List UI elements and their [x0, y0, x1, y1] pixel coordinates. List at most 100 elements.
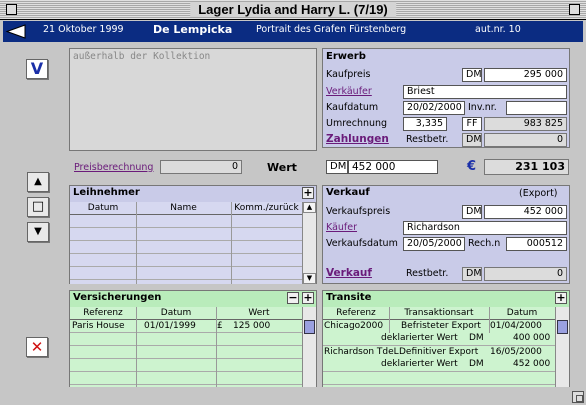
- wert-currency[interactable]: DM: [326, 160, 348, 174]
- transite-scrollbar[interactable]: [555, 307, 569, 387]
- preisberechnung-field: 0: [160, 160, 242, 174]
- leihnehmer-scrollbar[interactable]: ▲ ▼: [302, 202, 316, 284]
- umrechnung-result: 983 825: [484, 117, 567, 131]
- title-bar[interactable]: Lager Lydia and Harry L. (7/19): [0, 0, 586, 20]
- kaufpreis-label: Kaufpreis: [326, 69, 371, 80]
- restbetr-label: Restbetr.: [406, 134, 449, 145]
- versicherungen-remove-button[interactable]: −: [287, 292, 299, 304]
- versicherungen-add-button[interactable]: +: [302, 292, 314, 304]
- invnr-label: Inv.nr.: [468, 102, 497, 113]
- verkauf-title: Verkauf: [326, 187, 370, 198]
- v-button[interactable]: V: [26, 59, 48, 79]
- down-button[interactable]: ▼: [27, 222, 49, 242]
- zoom-box-icon[interactable]: [569, 4, 580, 15]
- transite-row-currency: DM: [469, 359, 484, 369]
- euro-icon: €: [467, 159, 477, 174]
- verkauf-restbetr-label: Restbetr.: [406, 268, 449, 279]
- verkauf-restbetr-currency: DM: [462, 267, 482, 281]
- leihnehmer-add-button[interactable]: +: [302, 187, 314, 199]
- notes-text: außerhalb der Kollektion: [73, 51, 211, 62]
- versicherungen-title: Versicherungen: [73, 292, 162, 303]
- table-row[interactable]: [70, 267, 302, 280]
- transite-row-art: Definitiver Export: [399, 347, 479, 357]
- restbetr-field: 0: [484, 133, 567, 147]
- umrechnung-currency[interactable]: FF: [462, 117, 482, 131]
- scroll-thumb[interactable]: [304, 320, 315, 334]
- up-button[interactable]: ▲: [27, 172, 49, 192]
- transite-row-currency: DM: [469, 333, 484, 343]
- invnr-field[interactable]: [506, 101, 567, 115]
- transite-row-art: Befristeter Export: [401, 321, 481, 331]
- table-row[interactable]: [70, 228, 302, 241]
- scroll-up-icon[interactable]: ▲: [303, 202, 316, 213]
- table-row[interactable]: Paris House 01/01/1999 £ 125 000: [70, 320, 302, 333]
- verkaeufer-link[interactable]: Verkäufer: [326, 86, 372, 97]
- window-title: Lager Lydia and Harry L. (7/19): [190, 2, 396, 17]
- versicherungen-scrollbar[interactable]: [302, 307, 316, 387]
- kaufdatum-field[interactable]: 20/02/2000: [403, 101, 465, 115]
- verkaufspreis-currency[interactable]: DM: [462, 205, 482, 219]
- stop-button[interactable]: □: [27, 197, 49, 217]
- delete-button[interactable]: ✕: [26, 337, 48, 357]
- verkauf-restbetr-field: 0: [484, 267, 567, 281]
- table-row[interactable]: [323, 372, 555, 385]
- verkauf-subtitle: (Export): [519, 188, 558, 199]
- restbetr-currency: DM: [462, 133, 482, 147]
- vers-row-currency: £: [217, 321, 223, 331]
- resize-grip-icon[interactable]: [572, 391, 584, 403]
- umrechnung-field[interactable]: 3,335: [403, 117, 447, 131]
- leihnehmer-panel: Leihnehmer + Datum Name Komm./zurück ▲ ▼: [69, 185, 317, 284]
- verkaufspreis-label: Verkaufspreis: [326, 206, 391, 217]
- kaufdatum-label: Kaufdatum: [326, 102, 379, 113]
- scroll-thumb[interactable]: [557, 320, 568, 334]
- table-row[interactable]: [70, 372, 302, 385]
- kaeufer-field[interactable]: Richardson: [403, 221, 567, 235]
- transite-row-wert-label: deklarierter Wert: [381, 359, 458, 369]
- transite-row-datum: 01/04/2000: [490, 321, 542, 331]
- table-row[interactable]: [70, 241, 302, 254]
- table-row[interactable]: Chicago2000 Befristeter Export 01/04/200…: [323, 320, 555, 346]
- zahlungen-link[interactable]: Zahlungen: [326, 133, 389, 145]
- vers-row-datum: 01/01/1999: [144, 321, 196, 331]
- transite-panel: Transite + Referenz Transaktionsart Datu…: [322, 290, 570, 387]
- rechn-field[interactable]: 000512: [506, 237, 567, 251]
- wert-field[interactable]: 452 000: [348, 160, 438, 174]
- table-row[interactable]: [70, 215, 302, 228]
- preisberechnung-link[interactable]: Preisberechnung: [74, 162, 153, 173]
- verkauf-panel: Verkauf (Export) Verkaufspreis DM 452 00…: [322, 185, 570, 284]
- verkaufspreis-field[interactable]: 452 000: [484, 205, 567, 219]
- notes-area[interactable]: außerhalb der Kollektion: [69, 48, 317, 151]
- erwerb-title: Erwerb: [326, 51, 366, 62]
- record-date: 21 Oktober 1999: [43, 24, 124, 35]
- kaufpreis-field[interactable]: 295 000: [484, 68, 567, 82]
- close-box-icon[interactable]: [6, 4, 17, 15]
- kaufpreis-currency[interactable]: DM: [462, 68, 482, 82]
- leihnehmer-table[interactable]: Datum Name Komm./zurück: [70, 202, 302, 284]
- verkaufsdatum-label: Verkaufsdatum: [326, 238, 398, 249]
- scroll-down-icon[interactable]: ▼: [303, 273, 316, 284]
- verkaufsdatum-field[interactable]: 20/05/2000: [403, 237, 465, 251]
- transite-table[interactable]: Referenz Transaktionsart Datum Chicago20…: [323, 307, 555, 387]
- artist-name: De Lempicka: [153, 23, 233, 36]
- versicherungen-table[interactable]: Referenz Datum Wert Paris House 01/01/19…: [70, 307, 302, 387]
- aut-nr: aut.nr. 10: [475, 24, 521, 35]
- verkaeufer-field[interactable]: Briest: [403, 85, 567, 99]
- table-row[interactable]: [70, 333, 302, 346]
- transite-row-wert-label: deklarierter Wert: [381, 333, 458, 343]
- table-row[interactable]: [70, 254, 302, 267]
- erwerb-panel: Erwerb Kaufpreis DM 295 000 Verkäufer Br…: [322, 48, 570, 148]
- transite-row-datum: 16/05/2000: [490, 347, 542, 357]
- back-arrow-icon[interactable]: [5, 23, 27, 40]
- versicherungen-panel: Versicherungen − + Referenz Datum Wert P…: [69, 290, 317, 387]
- table-row[interactable]: Richardson TdeL Definitiver Export 16/05…: [323, 346, 555, 372]
- transite-title: Transite: [326, 292, 372, 303]
- table-row[interactable]: [70, 359, 302, 372]
- kaeufer-link[interactable]: Käufer: [326, 222, 357, 233]
- vers-row-wert: 125 000: [233, 321, 271, 331]
- work-title: Portrait des Grafen Fürstenberg: [256, 24, 407, 35]
- transite-add-button[interactable]: +: [555, 292, 567, 304]
- table-row[interactable]: [70, 346, 302, 359]
- verkauf-link[interactable]: Verkauf: [326, 267, 372, 279]
- wert-label: Wert: [267, 161, 297, 174]
- rechn-label: Rech.n: [468, 238, 501, 249]
